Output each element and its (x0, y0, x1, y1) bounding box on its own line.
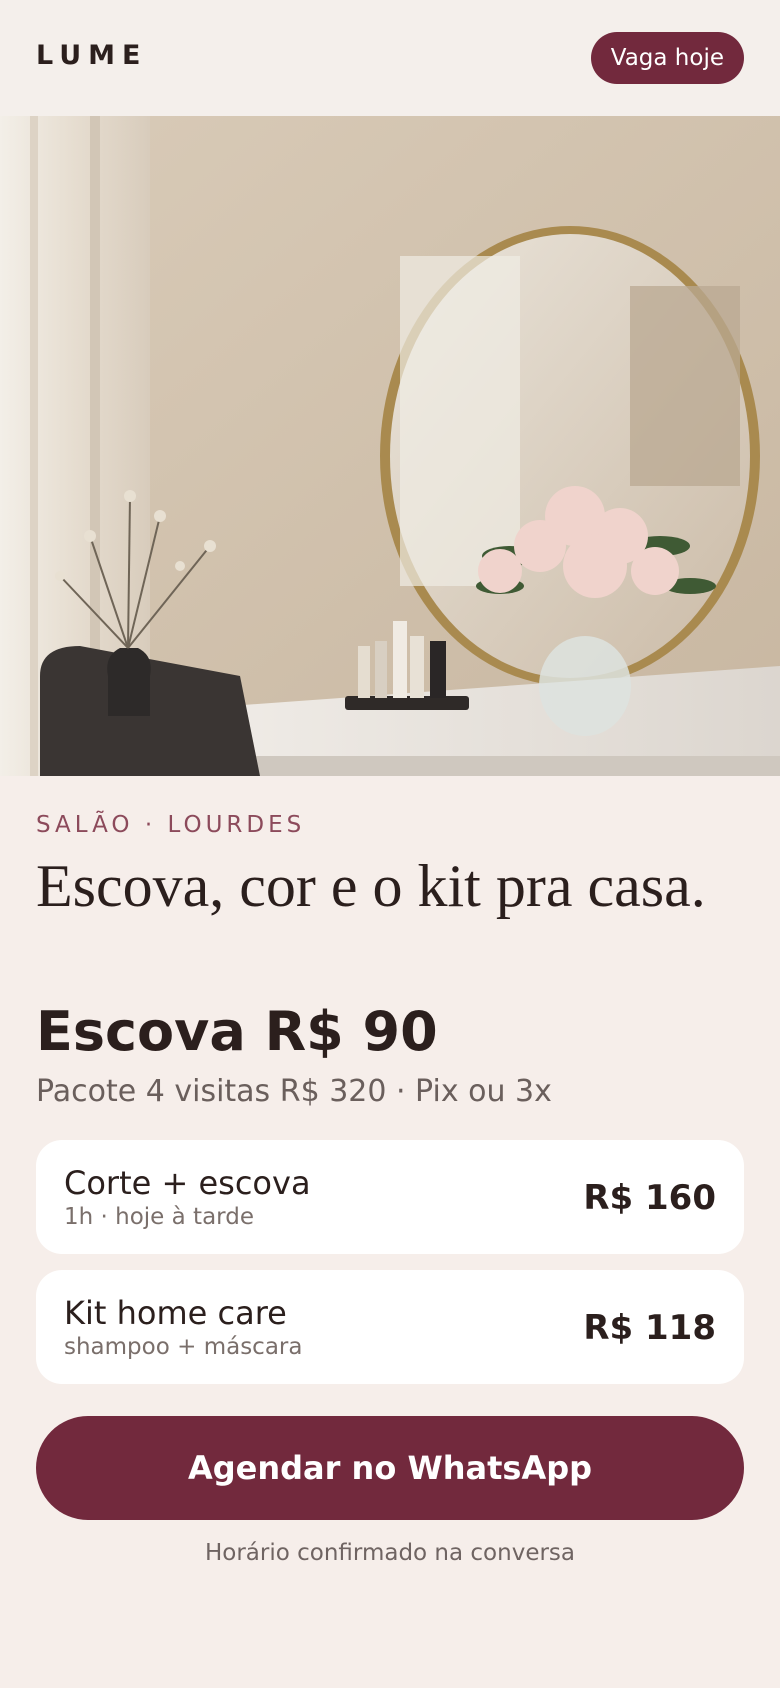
agendar-whatsapp-button[interactable]: Agendar no WhatsApp (36, 1416, 744, 1520)
service-price: R$ 118 (583, 1308, 716, 1348)
confirmation-note: Horário confirmado na conversa (204, 1540, 576, 1566)
package-price-note: Pacote 4 visitas R$ 320 · Pix ou 3x (36, 1074, 552, 1109)
top-bar: LUME Vaga hoje (0, 0, 780, 116)
service-card-corte-escova[interactable]: Corte + escova 1h · hoje à tarde R$ 160 (36, 1140, 744, 1254)
service-name: Corte + escova (64, 1164, 311, 1202)
page-headline: Escova, cor e o kit pra casa. (36, 853, 706, 919)
hero-image (0, 116, 780, 776)
service-card-kit-home-care[interactable]: Kit home care shampoo + máscara R$ 118 (36, 1270, 744, 1384)
service-detail: 1h · hoje à tarde (64, 1204, 254, 1230)
brand-logo[interactable]: LUME (36, 40, 147, 71)
service-detail: shampoo + máscara (64, 1334, 303, 1360)
main-price: Escova R$ 90 (36, 1000, 438, 1063)
service-name: Kit home care (64, 1294, 287, 1332)
location-eyebrow: SALÃO · LOURDES (36, 812, 306, 838)
vaga-hoje-button[interactable]: Vaga hoje (590, 32, 744, 84)
service-price: R$ 160 (583, 1178, 716, 1218)
